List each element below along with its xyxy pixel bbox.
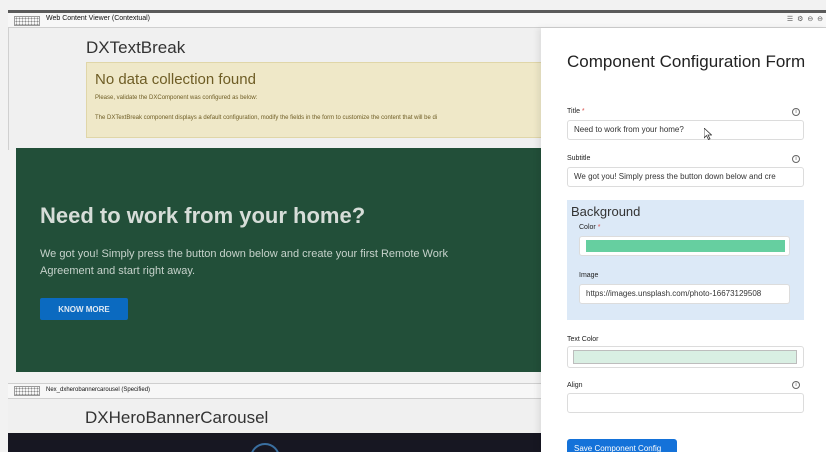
image-url-input[interactable]: https://images.unsplash.com/photo-166731…: [579, 284, 790, 304]
save-config-button[interactable]: Save Component Config: [567, 439, 677, 452]
align-input[interactable]: [567, 393, 804, 413]
subtitle-input[interactable]: We got you! Simply press the button down…: [567, 167, 804, 187]
background-heading: Background: [571, 204, 641, 219]
alert-description: The DXTextBreak component displays a def…: [95, 115, 438, 121]
info-icon[interactable]: i: [792, 381, 800, 389]
alert-title: No data collection found: [95, 71, 256, 88]
portlet-header: Web Content Viewer (Contextual) ☰ ⚙ ⊖ ⊖: [8, 10, 826, 28]
subtitle-label: Subtitle: [567, 155, 591, 162]
portlet-controls[interactable]: ☰ ⚙ ⊖ ⊖: [787, 15, 824, 23]
banner-title: Need to work from your home?: [40, 203, 366, 228]
portlet-title: Web Content Viewer (Contextual): [46, 15, 151, 22]
carousel-icon: [250, 443, 280, 452]
required-mark: *: [597, 224, 601, 231]
color-label: Color *: [579, 224, 601, 231]
alert-message: Please, validate the DXComponent was con…: [95, 95, 258, 101]
drag-handle-icon[interactable]: [14, 16, 40, 26]
portlet-title-2: Nex_dxherobannercarousel (Specified): [46, 387, 151, 393]
portlet-header-2: Nex_dxherobannercarousel (Specified): [8, 383, 548, 399]
info-icon[interactable]: i: [792, 108, 800, 116]
drag-handle-icon[interactable]: [14, 386, 40, 396]
form-title: Component Configuration Form: [567, 52, 806, 71]
text-color-label: Text Color: [567, 336, 599, 343]
required-mark: *: [581, 108, 585, 115]
text-color-swatch: [573, 350, 797, 364]
banner-text: We got you! Simply press the button down…: [40, 248, 449, 277]
carousel-title: DXHeroBannerCarousel: [85, 408, 269, 427]
component-title: DXTextBreak: [86, 38, 186, 57]
title-input[interactable]: Need to work from your home?: [567, 120, 804, 140]
align-label: Align: [567, 382, 583, 389]
hero-banner: Need to work from your home? We got you!…: [16, 148, 556, 372]
dx-textbreak-section: DXTextBreak No data collection found Ple…: [8, 28, 556, 150]
info-icon[interactable]: i: [792, 155, 800, 163]
title-label: Title *: [567, 108, 585, 115]
color-swatch: [586, 240, 785, 252]
carousel-image: [8, 433, 548, 452]
image-label: Image: [579, 272, 599, 279]
no-data-alert: No data collection found Please, validat…: [86, 62, 556, 138]
config-panel: Component Configuration Form Title * i N…: [541, 28, 826, 452]
mouse-cursor-icon: [704, 128, 712, 140]
know-more-button[interactable]: KNOW MORE: [40, 298, 128, 320]
